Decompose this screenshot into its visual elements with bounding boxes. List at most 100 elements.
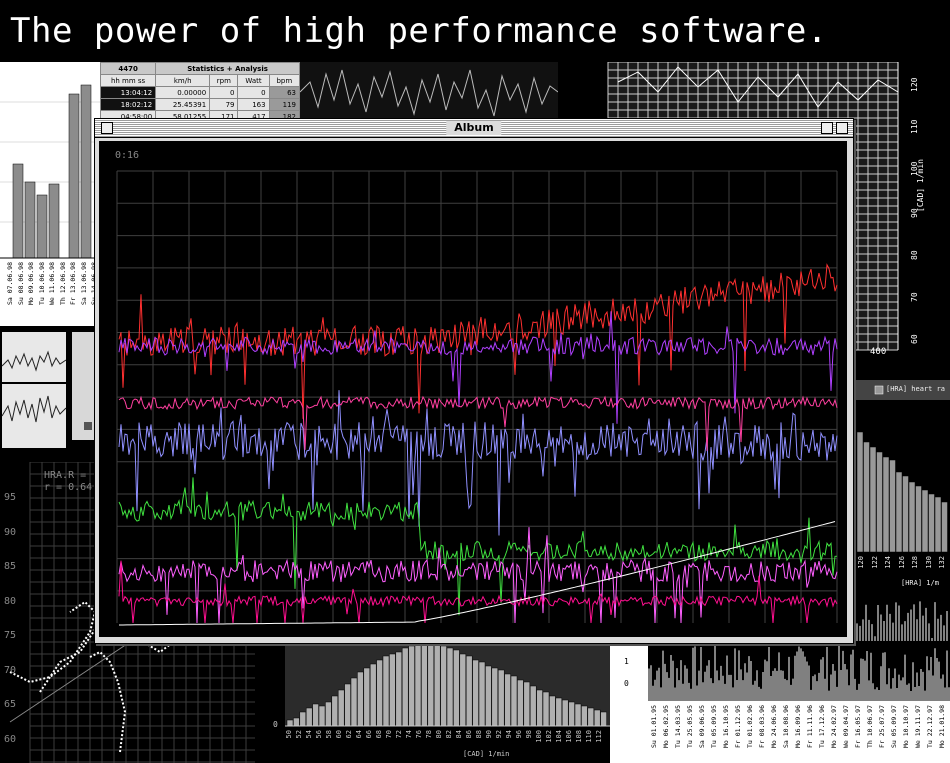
- x-tick-label: 66: [365, 730, 373, 739]
- y-tick-label: 120: [910, 77, 919, 92]
- date-label: Fr 25.07.97: [878, 705, 886, 749]
- window-title: Album: [446, 121, 502, 135]
- x-tick-label: 62: [345, 730, 353, 739]
- date-label: Su 01.01.95: [650, 705, 658, 749]
- x-tick-label: 68: [375, 730, 383, 739]
- bottom-hist-y-tick: 0: [273, 720, 278, 729]
- stats-cell: 0.00000: [155, 86, 211, 99]
- y-tick-label: 60: [910, 334, 919, 344]
- x-tick-label: 76: [415, 730, 423, 739]
- date-label: Th 10.06.97: [866, 705, 874, 749]
- bg-right-histogram: [HRA] heart ra 120 122 124 126 128 130 132 [HR…: [855, 380, 950, 595]
- x-tick-label: 70: [385, 730, 393, 739]
- y-tick-label: 90: [4, 526, 17, 538]
- bg-left-small-charts: [0, 326, 100, 462]
- bg-bottom-histogram: 0 50 52 54 56 58 60 62 64 66 68 70 72 74 76 78 80 82 84 86…: [255, 642, 610, 763]
- date-label: Th 12.06.98: [58, 262, 67, 306]
- y-tick-label: 80: [4, 595, 17, 607]
- date-label: Mo 09.06.98: [27, 262, 35, 306]
- date-label: Mo 24.06.96: [770, 705, 778, 749]
- x-tick-label: 64: [355, 730, 363, 739]
- x-tick-label: 128: [911, 556, 919, 569]
- date-label: Tu 14.03.95: [674, 705, 682, 749]
- date-label: Su 08.06.98: [16, 262, 25, 306]
- stats-title: Statistics + Analysis: [155, 62, 300, 75]
- y-tick-label: 0: [624, 679, 629, 688]
- date-label: Su 05.09.97: [890, 705, 898, 749]
- dark-line-chart: [300, 69, 558, 117]
- date-label: We 09.04.97: [842, 705, 850, 749]
- x-tick-label: 54: [305, 730, 313, 739]
- stats-cell: 79: [209, 98, 239, 111]
- stats-header: rpm: [209, 74, 239, 87]
- x-tick-label: 120: [857, 556, 865, 569]
- date-label: Fr 01.12.95: [734, 705, 742, 749]
- date-label: Sa 09.06.95: [698, 705, 706, 749]
- x-tick-label: 108: [575, 730, 583, 743]
- x-tick-label: 52: [295, 730, 303, 739]
- date-label: Sa 13.06.98: [79, 262, 88, 306]
- collapse-box-icon[interactable]: [836, 122, 848, 134]
- x-tick-label: 122: [870, 556, 879, 569]
- x-tick-label: 130: [924, 556, 933, 569]
- x-tick-label: 104: [555, 730, 563, 743]
- stats-cell: 18:02:12: [100, 98, 157, 111]
- y-tick-label: 1: [624, 657, 629, 666]
- right-top-y-label: [CAD] 1/min: [916, 159, 925, 212]
- x-tick-label: 86: [465, 730, 473, 739]
- x-tick-label: 124: [884, 556, 892, 569]
- right-mid-x-label: [HRA] 1/m: [901, 579, 939, 587]
- y-tick-label: 80: [910, 250, 919, 260]
- stats-header: bpm: [268, 74, 300, 87]
- zoom-box-icon[interactable]: [821, 122, 833, 134]
- date-label: Tu 17.12.96: [818, 705, 826, 749]
- album-window[interactable]: Album 0:16: [94, 118, 854, 644]
- stats-panel: 4470 Statistics + Analysis hh mm ss km/h…: [100, 62, 300, 122]
- stats-header: Watt: [237, 74, 270, 87]
- stats-cell: 163: [237, 98, 270, 111]
- date-label: We 11.06.98: [48, 262, 56, 306]
- x-tick-label: 56: [315, 730, 323, 739]
- y-tick-label: 95: [4, 492, 17, 503]
- x-tick-label: 94: [505, 730, 513, 739]
- x-tick-label: 80: [435, 730, 443, 739]
- y-tick-label: 65: [4, 699, 17, 710]
- stats-cell: 0: [237, 86, 270, 99]
- y-tick-label: 70: [910, 292, 919, 302]
- stats-cell: 0: [209, 86, 239, 99]
- x-tick-label: 88: [475, 730, 483, 739]
- album-plot-area[interactable]: 0:16: [99, 141, 847, 637]
- y-tick-label: 70: [4, 664, 17, 676]
- left-small-charts: [1, 332, 96, 448]
- x-tick-label: 50: [285, 730, 293, 739]
- stats-cell: 13:04:12: [100, 86, 157, 99]
- window-titlebar[interactable]: Album: [95, 119, 853, 138]
- date-label: Tu 01.02.96: [746, 705, 754, 749]
- x-tick-label: 90: [485, 730, 493, 739]
- date-label: Fr 11.11.96: [806, 705, 814, 749]
- y-tick-label: 110: [910, 119, 919, 134]
- x-tick-label: 58: [325, 730, 333, 739]
- x-tick-label: 82: [445, 730, 453, 739]
- x-tick-label: 78: [425, 730, 433, 739]
- x-tick-label: 132: [938, 556, 946, 569]
- date-label: Sa 10.08.96: [782, 705, 790, 749]
- stats-id: 4470: [100, 62, 157, 75]
- date-label: Tu 10.06.98: [37, 262, 46, 306]
- x-tick-label: 60: [335, 730, 343, 739]
- x-tick-label: 106: [565, 730, 573, 743]
- date-label: Mo 06.02.95: [662, 705, 670, 749]
- right-top-x-tick: 400: [870, 347, 887, 357]
- x-tick-label: 112: [595, 730, 603, 743]
- x-tick-label: 126: [897, 556, 906, 569]
- close-box-icon[interactable]: [101, 122, 113, 134]
- x-tick-label: 100: [535, 730, 543, 743]
- stats-cell: 119: [268, 98, 300, 111]
- stats-cell: 63: [268, 86, 300, 99]
- stats-header: km/h: [155, 74, 211, 87]
- date-label: We 19.11.97: [914, 705, 922, 749]
- date-label: Sa 07.06.98: [6, 262, 14, 306]
- bg-left-bar-chart: Sa 07.06.98 Su 08.06.98 Mo 09.06.98 Tu 10.0…: [0, 62, 101, 326]
- date-label: Mo 24.02.97: [830, 705, 838, 749]
- stats-header: hh mm ss: [100, 74, 157, 87]
